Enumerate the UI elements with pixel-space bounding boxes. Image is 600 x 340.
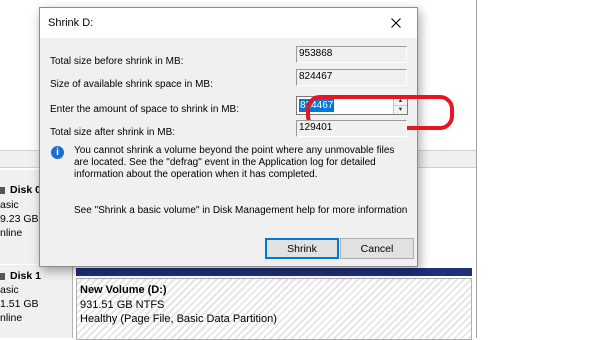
volume-status: Healthy (Page File, Basic Data Partition… — [80, 313, 277, 325]
total-after-label: Total size after shrink in MB: — [50, 127, 176, 138]
volume-name: New Volume (D:) — [80, 284, 167, 296]
dialog-title: Shrink D: — [48, 17, 94, 29]
volume-size: 931.51 GB NTFS — [80, 299, 165, 311]
disk-icon — [0, 187, 5, 194]
close-button[interactable] — [375, 8, 417, 38]
disk-1-status: nline — [0, 312, 23, 324]
dialog-titlebar[interactable]: Shrink D: — [40, 8, 417, 38]
total-after-field: 129401 — [296, 120, 407, 137]
volume-partition[interactable]: New Volume (D:) 931.51 GB NTFS Healthy (… — [76, 278, 472, 340]
volume-header-bar — [76, 268, 472, 276]
disk-0-name: Disk 0 — [10, 184, 41, 196]
total-before-label: Total size before shrink in MB: — [50, 56, 184, 67]
disk-1-size: 1.51 GB — [0, 298, 39, 310]
cancel-button[interactable]: Cancel — [340, 238, 414, 259]
disk-1-panel[interactable]: Disk 1 asic 1.51 GB nline — [0, 265, 73, 338]
disk-0-status: nline — [0, 227, 23, 239]
disk-1-type: asic — [0, 284, 19, 296]
disk-0-type: asic — [0, 199, 19, 211]
info-message: You cannot shrink a volume beyond the po… — [74, 145, 395, 180]
disk-1-name: Disk 1 — [10, 270, 41, 282]
info-icon: i — [51, 146, 64, 159]
disk-icon — [0, 273, 5, 280]
close-icon — [391, 18, 401, 28]
help-message: See "Shrink a basic volume" in Disk Mana… — [74, 205, 408, 216]
available-shrink-field: 824467 — [296, 69, 407, 86]
total-before-field: 953868 — [296, 46, 407, 63]
shrink-dialog: Shrink D: Total size before shrink in MB… — [39, 7, 454, 267]
shrink-button[interactable]: Shrink — [265, 238, 339, 259]
shrink-amount-label: Enter the amount of space to shrink in M… — [50, 104, 239, 115]
disk-0-size: 9.23 GB — [0, 213, 39, 225]
window-border — [476, 0, 477, 338]
available-shrink-label: Size of available shrink space in MB: — [50, 79, 213, 90]
